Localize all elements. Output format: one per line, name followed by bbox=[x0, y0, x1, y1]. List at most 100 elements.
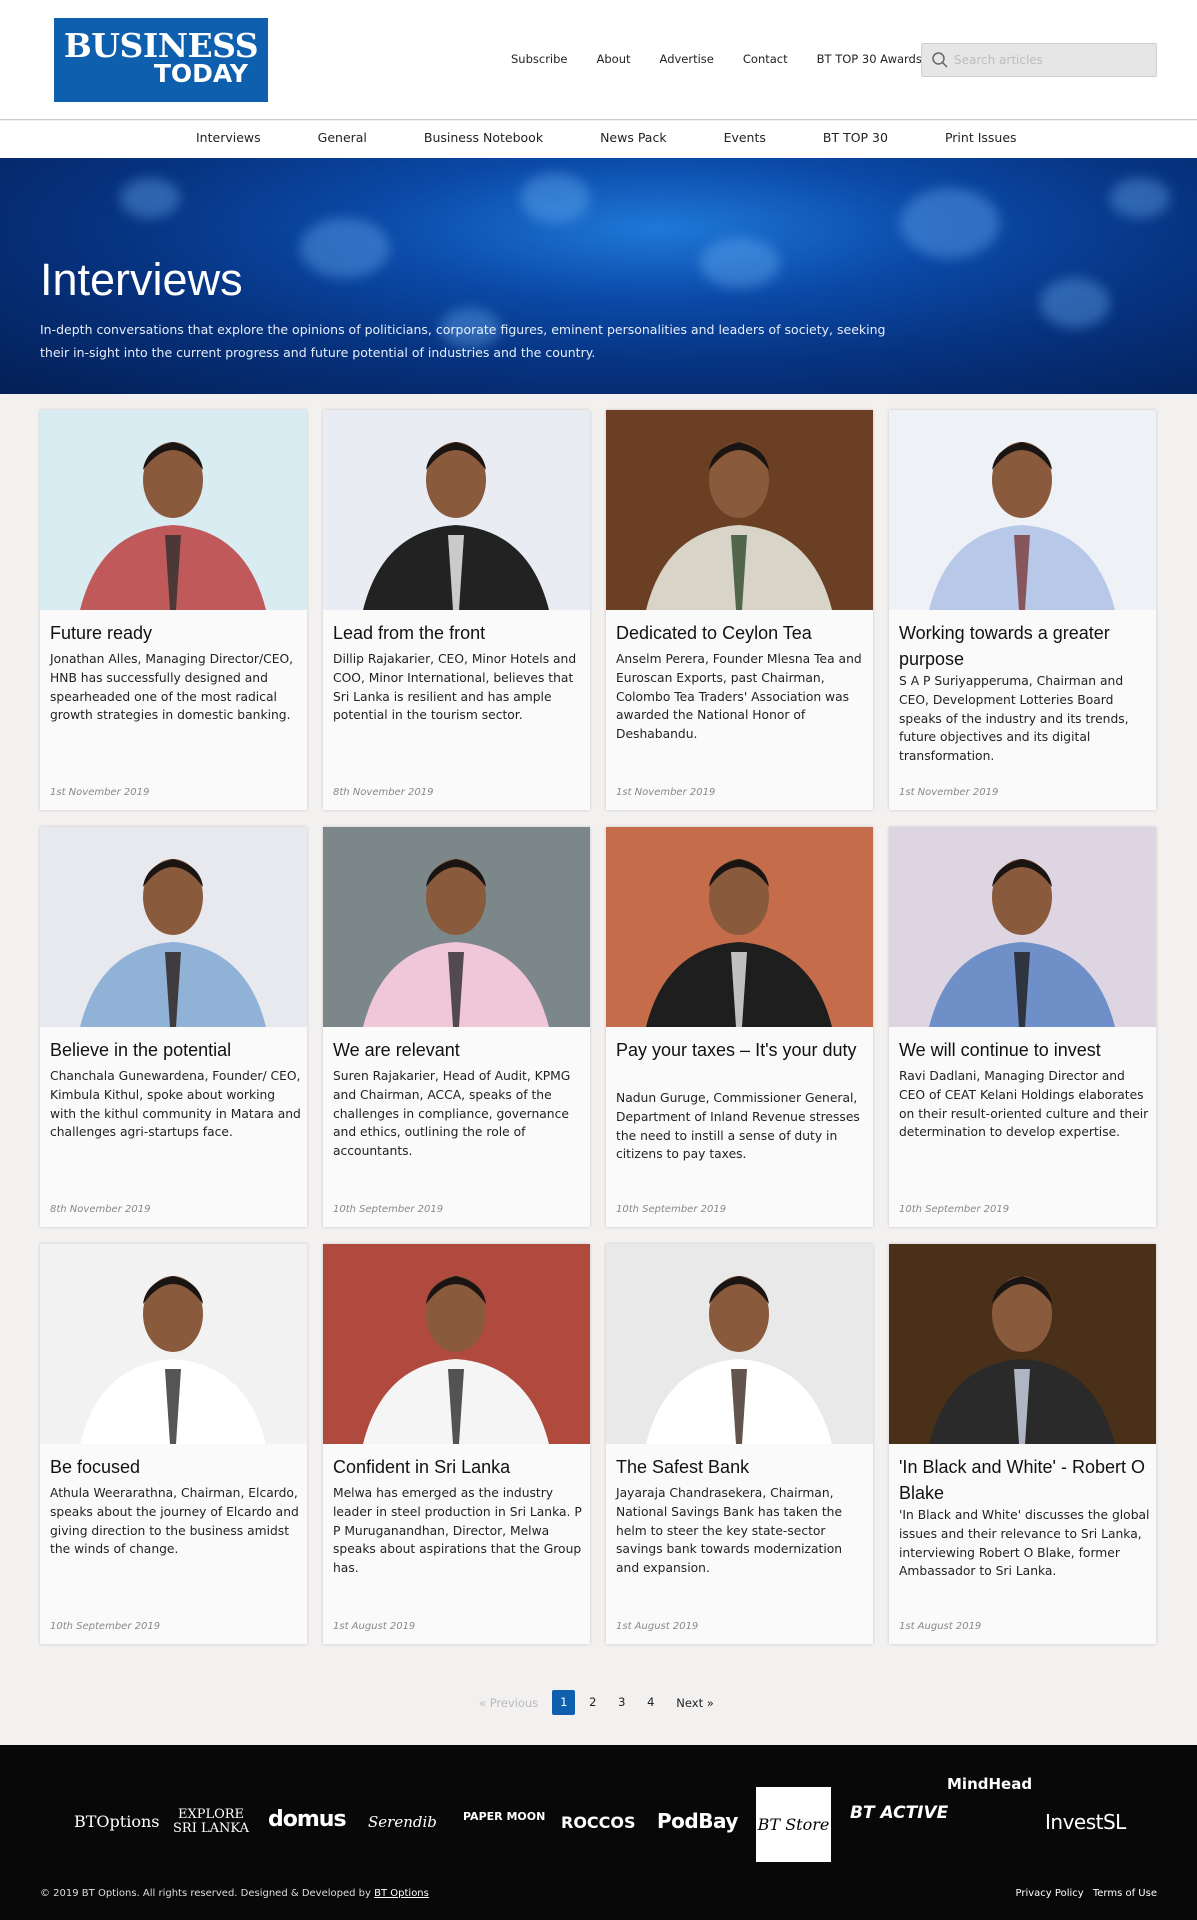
article-date: 10th September 2019 bbox=[50, 1621, 161, 1632]
article-photo[interactable] bbox=[889, 827, 1156, 1027]
article-title[interactable]: Future ready bbox=[50, 620, 300, 646]
brand-roccos-logo[interactable]: ROCCOS bbox=[561, 1813, 636, 1832]
copyright-notice: © 2019 BT Options. All rights reserved. … bbox=[40, 1888, 429, 1899]
article-photo[interactable] bbox=[40, 827, 307, 1027]
developer-link[interactable]: BT Options bbox=[374, 1888, 429, 1899]
brand-bt-active-logo[interactable]: BT ACTIVE bbox=[850, 1803, 948, 1823]
article-description: Athula Weerarathna, Chairman, Elcardo, s… bbox=[50, 1486, 299, 1557]
brand-mindhead-logo[interactable]: MindHead bbox=[947, 1775, 1032, 1793]
main-nav-business-notebook[interactable]: Business Notebook bbox=[424, 130, 543, 145]
article-card[interactable]: Working towards a greater purpose S A P S… bbox=[889, 410, 1156, 810]
top-nav-subscribe[interactable]: Subscribe bbox=[511, 52, 568, 66]
article-photo[interactable] bbox=[323, 410, 590, 610]
article-description: Jonathan Alles, Managing Director/CEO, H… bbox=[50, 652, 294, 723]
brand-paper-moon-logo[interactable]: PAPER MOON bbox=[463, 1810, 545, 1823]
site-footer: BTOptions EXPLORE SRI LANKA domus Serend… bbox=[0, 1745, 1197, 1920]
bokeh-light bbox=[300, 218, 390, 278]
article-title[interactable]: Lead from the front bbox=[333, 620, 583, 646]
article-description: 'In Black and White' discusses the globa… bbox=[899, 1508, 1150, 1579]
top-nav-advertise[interactable]: Advertise bbox=[660, 52, 714, 66]
article-card[interactable]: 'In Black and White' - Robert O Blake 'In… bbox=[889, 1244, 1156, 1644]
article-photo[interactable] bbox=[889, 410, 1156, 610]
article-date: 10th September 2019 bbox=[333, 1204, 444, 1215]
article-title[interactable]: Confident in Sri Lanka bbox=[333, 1454, 583, 1480]
article-description: Ravi Dadlani, Managing Director and CEO … bbox=[899, 1069, 1149, 1140]
article-title[interactable]: Working towards a greater purpose bbox=[899, 620, 1149, 672]
business-today-logo[interactable]: BUSINESS TODAY bbox=[54, 18, 268, 102]
article-photo[interactable] bbox=[889, 1244, 1156, 1444]
article-photo[interactable] bbox=[606, 1244, 873, 1444]
article-date: 1st November 2019 bbox=[50, 787, 150, 798]
pagination-next[interactable]: Next » bbox=[676, 1696, 713, 1710]
main-nav-news-pack[interactable]: News Pack bbox=[600, 130, 667, 145]
brand-serendib-logo[interactable]: Serendib bbox=[368, 1813, 437, 1831]
pagination-page-4[interactable]: 4 bbox=[639, 1690, 662, 1715]
pagination: « Previous 1 2 3 4 Next » bbox=[479, 1690, 714, 1715]
bokeh-light bbox=[700, 238, 780, 288]
article-photo[interactable] bbox=[40, 410, 307, 610]
footer-links: Privacy Policy Terms of Use bbox=[1010, 1888, 1157, 1899]
terms-of-use-link[interactable]: Terms of Use bbox=[1093, 1888, 1157, 1899]
article-card[interactable]: Lead from the front Dillip Rajakarier, CE… bbox=[323, 410, 590, 810]
pagination-page-1[interactable]: 1 bbox=[552, 1690, 576, 1715]
article-card[interactable]: Be focused Athula Weerarathna, Chairman, … bbox=[40, 1244, 307, 1644]
logo-line-2: TODAY bbox=[153, 59, 248, 88]
main-nav-interviews[interactable]: Interviews bbox=[196, 130, 261, 145]
main-nav: Interviews General Business Notebook New… bbox=[0, 121, 1197, 158]
article-title[interactable]: We are relevant bbox=[333, 1037, 583, 1063]
bokeh-light bbox=[900, 188, 1000, 258]
bokeh-light bbox=[520, 173, 590, 223]
brand-domus-logo[interactable]: domus bbox=[268, 1807, 347, 1832]
pagination-page-2[interactable]: 2 bbox=[581, 1690, 604, 1715]
main-nav-print-issues[interactable]: Print Issues bbox=[945, 130, 1017, 145]
article-card[interactable]: We are relevant Suren Rajakarier, Head of… bbox=[323, 827, 590, 1227]
search-box bbox=[921, 43, 1157, 77]
article-title[interactable]: The Safest Bank bbox=[616, 1454, 866, 1480]
brand-investsl-logo[interactable]: InvestSL bbox=[1045, 1810, 1126, 1834]
privacy-policy-link[interactable]: Privacy Policy bbox=[1016, 1888, 1084, 1899]
article-title[interactable]: Dedicated to Ceylon Tea bbox=[616, 620, 866, 646]
search-icon[interactable] bbox=[931, 51, 949, 69]
article-title[interactable]: We will continue to invest bbox=[899, 1037, 1149, 1063]
brand-podbay-logo[interactable]: PodBay bbox=[657, 1809, 738, 1833]
main-nav-events[interactable]: Events bbox=[724, 130, 766, 145]
article-photo[interactable] bbox=[606, 827, 873, 1027]
article-title[interactable]: 'In Black and White' - Robert O Blake bbox=[899, 1454, 1149, 1506]
top-nav-bt-top-30-awards[interactable]: BT TOP 30 Awards bbox=[817, 52, 922, 66]
main-nav-general[interactable]: General bbox=[318, 130, 367, 145]
article-card[interactable]: Future ready Jonathan Alles, Managing Dir… bbox=[40, 410, 307, 810]
brand-btoptions-logo[interactable]: BTOptions bbox=[74, 1812, 159, 1831]
brand-explore-sri-lanka-logo[interactable]: EXPLORE SRI LANKA bbox=[170, 1808, 252, 1836]
article-photo[interactable] bbox=[323, 827, 590, 1027]
article-photo[interactable] bbox=[323, 1244, 590, 1444]
article-photo[interactable] bbox=[40, 1244, 307, 1444]
brand-bt-store-logo[interactable]: BT Store bbox=[756, 1787, 831, 1862]
article-description: Nadun Guruge, Commissioner General, Depa… bbox=[616, 1091, 860, 1162]
pagination-page-3[interactable]: 3 bbox=[610, 1690, 633, 1715]
article-title[interactable]: Be focused bbox=[50, 1454, 300, 1480]
article-description: Suren Rajakarier, Head of Audit, KPMG an… bbox=[333, 1069, 571, 1159]
article-description: Anselm Perera, Founder Mlesna Tea and Eu… bbox=[616, 652, 862, 742]
top-nav-contact[interactable]: Contact bbox=[743, 52, 788, 66]
article-description: Chanchala Gunewardena, Founder/ CEO, Kim… bbox=[50, 1069, 301, 1140]
article-card[interactable]: Dedicated to Ceylon Tea Anselm Perera, Fo… bbox=[606, 410, 873, 810]
article-date: 10th September 2019 bbox=[616, 1204, 727, 1215]
search-input[interactable] bbox=[954, 49, 1150, 71]
article-date: 1st August 2019 bbox=[899, 1621, 982, 1632]
article-date: 10th September 2019 bbox=[899, 1204, 1010, 1215]
article-photo[interactable] bbox=[606, 410, 873, 610]
bokeh-light bbox=[1040, 278, 1110, 328]
bokeh-light bbox=[120, 178, 180, 218]
hero-banner: Interviews In-depth conversations that e… bbox=[0, 158, 1197, 394]
article-card[interactable]: The Safest Bank Jayaraja Chandrasekera, C… bbox=[606, 1244, 873, 1644]
article-date: 1st November 2019 bbox=[899, 787, 999, 798]
article-description: Dillip Rajakarier, CEO, Minor Hotels and… bbox=[333, 652, 577, 723]
main-nav-bt-top-30[interactable]: BT TOP 30 bbox=[823, 130, 888, 145]
article-title[interactable]: Believe in the potential bbox=[50, 1037, 300, 1063]
article-card[interactable]: Pay your taxes – It's your duty Nadun Gur… bbox=[606, 827, 873, 1227]
article-title[interactable]: Pay your taxes – It's your duty bbox=[616, 1037, 866, 1063]
top-nav-about[interactable]: About bbox=[597, 52, 631, 66]
article-card[interactable]: We will continue to invest Ravi Dadlani, … bbox=[889, 827, 1156, 1227]
article-card[interactable]: Believe in the potential Chanchala Gunewa… bbox=[40, 827, 307, 1227]
article-card[interactable]: Confident in Sri Lanka Melwa has emerged … bbox=[323, 1244, 590, 1644]
